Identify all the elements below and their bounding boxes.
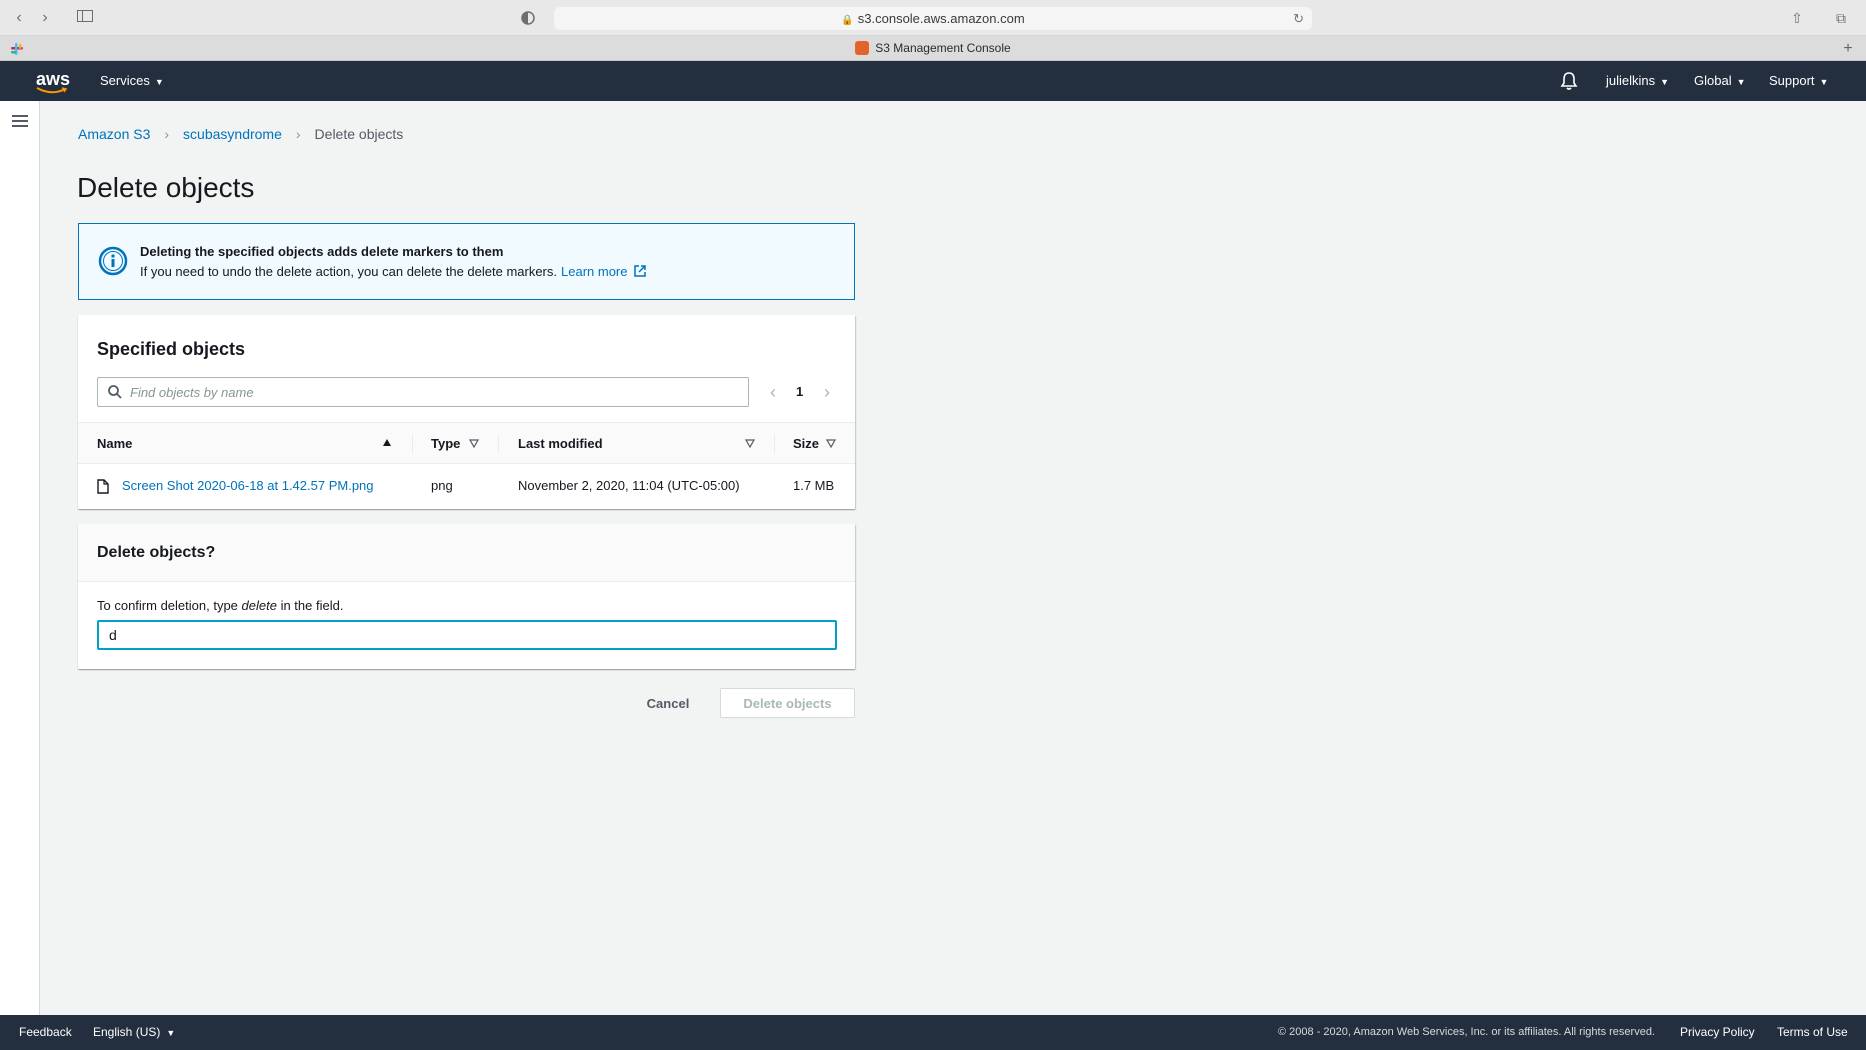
share-icon[interactable]: ⇧ — [1786, 8, 1808, 28]
confirm-label: To confirm deletion, type delete in the … — [97, 598, 343, 613]
confirm-label-after: in the field. — [280, 598, 344, 613]
account-menu[interactable]: julielkins ▼ — [1606, 61, 1669, 102]
pagination-next-icon[interactable]: › — [819, 383, 835, 401]
copyright-text: © 2008 - 2020, Amazon Web Services, Inc.… — [1278, 1026, 1655, 1038]
info-text: If you need to undo the delete action, y… — [140, 264, 558, 279]
caret-down-icon: ▼ — [154, 77, 164, 87]
back-icon[interactable]: ‹ — [8, 8, 30, 28]
breadcrumb-current: Delete objects — [314, 126, 404, 142]
confirm-delete-input[interactable] — [97, 620, 837, 650]
terms-of-use-link[interactable]: Terms of Use — [1777, 1015, 1848, 1050]
cancel-button[interactable]: Cancel — [636, 688, 700, 718]
delete-confirm-header: Delete objects? — [78, 524, 855, 582]
tab-title-text: S3 Management Console — [875, 41, 1011, 55]
column-header-type[interactable]: Type — [431, 423, 460, 465]
delete-confirm-title: Delete objects? — [97, 544, 216, 561]
breadcrumb-amazon-s3[interactable]: Amazon S3 — [78, 126, 150, 142]
side-navigation-rail — [0, 101, 40, 1015]
new-tab-icon[interactable]: + — [1836, 36, 1860, 61]
tabs-overview-icon[interactable]: ⧉ — [1830, 8, 1852, 28]
browser-toolbar: ‹ › 🔒 s3.console.aws.amazon.com ↻ ⇧ ⧉ — [0, 0, 1866, 36]
s3-favicon-icon — [855, 41, 870, 55]
column-header-name[interactable]: Name — [97, 423, 132, 465]
column-divider — [774, 434, 775, 454]
external-link-icon — [633, 265, 646, 277]
specified-objects-title: Specified objects — [97, 339, 246, 359]
sort-icon[interactable] — [826, 438, 836, 448]
cell-type: png — [431, 478, 453, 493]
breadcrumb: Amazon S3 › scubasyndrome › Delete objects — [78, 126, 403, 142]
support-menu[interactable]: Support ▼ — [1769, 61, 1828, 102]
slack-icon[interactable] — [8, 40, 26, 58]
info-alert: Deleting the specified objects adds dele… — [78, 223, 855, 300]
language-label: English (US) — [93, 1025, 161, 1039]
region-menu[interactable]: Global ▼ — [1694, 61, 1746, 102]
tab-bar: S3 Management Console — [0, 36, 1866, 61]
services-menu[interactable]: Services ▼ — [100, 61, 164, 102]
caret-down-icon: ▼ — [1736, 77, 1746, 87]
privacy-shield-icon[interactable] — [518, 8, 538, 28]
table-header: Name Type Last modified Size — [78, 422, 855, 464]
footer: Feedback English (US) ▼ © 2008 - 2020, Am… — [0, 1015, 1866, 1050]
url-text: s3.console.aws.amazon.com — [857, 11, 1025, 26]
chevron-right-icon: › — [164, 126, 170, 142]
confirm-label-before: To confirm deletion, type — [97, 598, 238, 613]
address-bar[interactable]: 🔒 s3.console.aws.amazon.com ↻ — [554, 7, 1312, 30]
feedback-link[interactable]: Feedback — [19, 1015, 72, 1050]
info-text-line: If you need to undo the delete action, y… — [140, 264, 646, 279]
services-label: Services — [100, 73, 150, 88]
sort-icon[interactable] — [745, 438, 755, 448]
sort-ascending-icon[interactable] — [382, 438, 392, 448]
learn-more-link[interactable]: Learn more — [561, 264, 646, 279]
column-header-size[interactable]: Size — [793, 423, 819, 465]
specified-objects-panel: Specified objects ‹ 1 › Name Type Last m… — [78, 315, 855, 509]
forward-icon[interactable]: › — [34, 8, 56, 28]
object-name-link[interactable]: Screen Shot 2020-06-18 at 1.42.57 PM.png — [122, 478, 374, 493]
aws-top-nav: aws Services ▼ julielkins ▼ Global ▼ Suppor… — [0, 61, 1866, 101]
support-label: Support — [1769, 73, 1815, 88]
column-divider — [498, 434, 499, 454]
tab-active[interactable]: S3 Management Console — [0, 36, 1866, 61]
aws-smile-icon — [36, 87, 68, 94]
account-label: julielkins — [1606, 73, 1656, 88]
menu-icon[interactable] — [12, 115, 28, 127]
caret-down-icon: ▼ — [1660, 77, 1670, 87]
info-icon — [98, 246, 128, 276]
region-label: Global — [1694, 73, 1732, 88]
cell-last-modified: November 2, 2020, 11:04 (UTC-05:00) — [518, 478, 740, 493]
language-selector[interactable]: English (US) ▼ — [93, 1015, 175, 1050]
lock-icon: 🔒 — [841, 15, 854, 26]
sidebar-toggle-icon[interactable] — [74, 8, 96, 28]
sort-icon[interactable] — [469, 438, 479, 448]
delete-confirm-panel: Delete objects? To confirm deletion, typ… — [78, 524, 855, 669]
column-divider — [412, 434, 413, 454]
column-header-last-modified[interactable]: Last modified — [518, 423, 603, 465]
info-title: Deleting the specified objects adds dele… — [140, 244, 504, 259]
chevron-right-icon: › — [295, 126, 301, 142]
pagination-page-number[interactable]: 1 — [796, 383, 803, 401]
reload-icon[interactable]: ↻ — [1293, 7, 1304, 30]
search-icon — [108, 385, 122, 399]
privacy-policy-link[interactable]: Privacy Policy — [1680, 1015, 1755, 1050]
confirm-label-keyword: delete — [241, 598, 277, 613]
table-row: Screen Shot 2020-06-18 at 1.42.57 PM.png… — [78, 465, 855, 507]
breadcrumb-bucket[interactable]: scubasyndrome — [183, 126, 282, 142]
page-title: Delete objects — [77, 172, 255, 203]
search-input[interactable] — [130, 378, 730, 406]
bell-icon[interactable] — [1560, 71, 1578, 91]
caret-down-icon: ▼ — [1819, 77, 1829, 87]
aws-logo[interactable]: aws — [36, 67, 70, 95]
learn-more-label: Learn more — [561, 264, 628, 279]
search-box — [97, 377, 749, 407]
delete-objects-button[interactable]: Delete objects — [720, 688, 855, 718]
cell-name: Screen Shot 2020-06-18 at 1.42.57 PM.png — [122, 465, 374, 507]
pagination-prev-icon[interactable]: ‹ — [765, 383, 781, 401]
cell-size: 1.7 MB — [793, 478, 835, 493]
caret-down-icon: ▼ — [166, 1028, 176, 1038]
file-icon — [97, 479, 109, 494]
